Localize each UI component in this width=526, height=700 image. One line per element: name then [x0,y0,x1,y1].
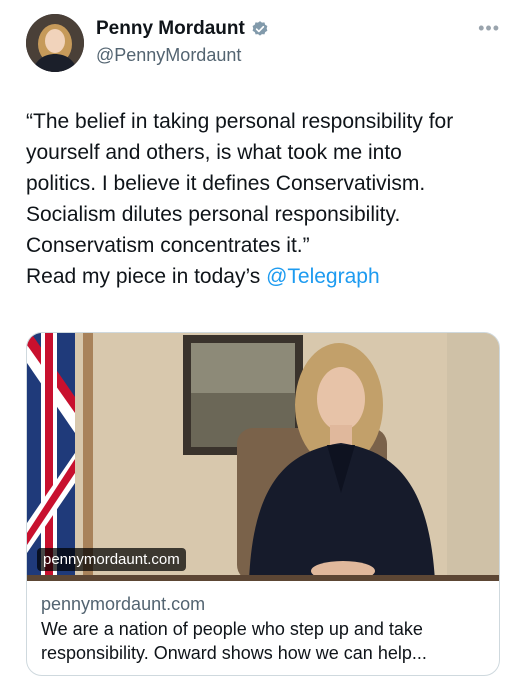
card-body: pennymordaunt.com We are a nation of peo… [27,581,499,665]
handle[interactable]: @PennyMordaunt [96,45,241,66]
avatar[interactable] [26,14,84,72]
display-name[interactable]: Penny Mordaunt [96,18,245,40]
link-card[interactable]: pennymordaunt.com pennymordaunt.com We a… [26,332,500,676]
image-domain-badge: pennymordaunt.com [37,548,186,571]
card-description-line: responsibility. Onward shows how we can … [41,643,427,663]
tweet-text: “The belief in taking personal responsib… [26,106,506,292]
card-domain: pennymordaunt.com [41,594,206,614]
tweet-line: “The belief in taking personal responsib… [26,110,454,133]
more-options-icon[interactable]: ••• [478,18,500,39]
card-image[interactable]: pennymordaunt.com [27,333,499,581]
card-description-line: We are a nation of people who step up an… [41,619,423,639]
card-description: We are a nation of people who step up an… [41,617,485,665]
tweet-line: Conservatism concentrates it.” [26,234,310,257]
mention-link[interactable]: @Telegraph [266,265,380,288]
tweet-line: politics. I believe it defines Conservat… [26,172,426,195]
tweet-line: Socialism dilutes personal responsibilit… [26,203,401,226]
author-name-row: Penny Mordaunt [96,18,269,40]
tweet-line-prefix: Read my piece in today’s [26,265,267,288]
tweet-line: yourself and others, is what took me int… [26,141,402,164]
verified-badge-icon [251,20,269,38]
tweet-line-last: Read my piece in today’s @Telegraph [26,261,506,292]
